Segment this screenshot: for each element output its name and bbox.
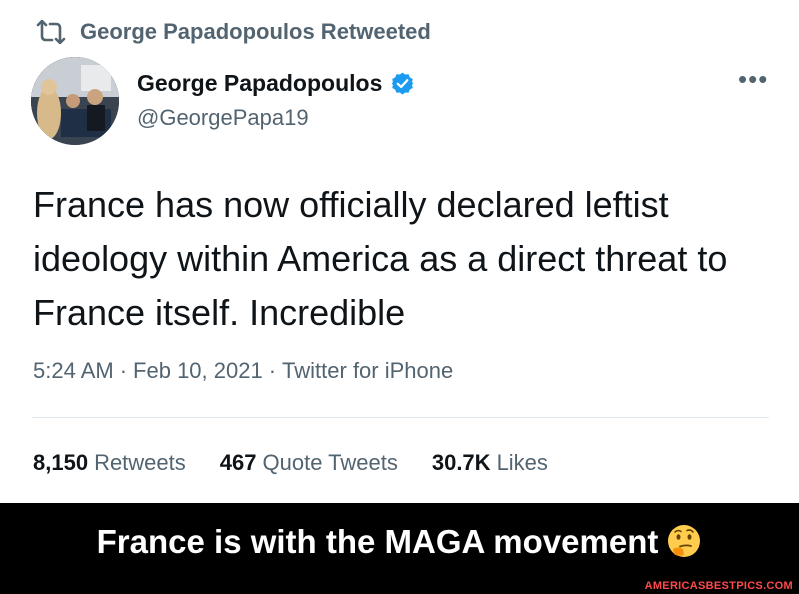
likes-label: Likes bbox=[496, 450, 548, 475]
quote-tweets-count: 467 bbox=[219, 450, 257, 475]
likes-stat[interactable]: 30.7K Likes bbox=[432, 450, 548, 476]
avatar-image bbox=[31, 57, 119, 145]
quote-tweets-stat[interactable]: 467 Quote Tweets bbox=[220, 450, 398, 476]
more-options-icon[interactable]: ••• bbox=[738, 66, 768, 92]
meme-caption-bar: France is with the MAGA movement AMERICA… bbox=[0, 503, 799, 594]
retweets-label: Retweets bbox=[94, 450, 186, 475]
tweet-text: France has now officially declared lefti… bbox=[33, 184, 728, 333]
retweet-label: George Papadopoulos Retweeted bbox=[80, 19, 431, 44]
tweet-stats: 8,150 Retweets 467 Quote Tweets 30.7K Likes bbox=[33, 450, 582, 476]
retweet-indicator[interactable]: George Papadopoulos Retweeted bbox=[34, 18, 431, 46]
meta-separator: · bbox=[119, 358, 128, 383]
likes-count: 30.7K bbox=[431, 450, 491, 475]
thinking-face-icon bbox=[668, 525, 701, 557]
tweet-source[interactable]: Twitter for iPhone bbox=[282, 358, 453, 383]
tweet-time[interactable]: 5:24 AM bbox=[33, 358, 114, 383]
tweet-date[interactable]: Feb 10, 2021 bbox=[133, 358, 263, 383]
verified-badge-icon bbox=[391, 72, 414, 95]
tweet-card: George Papadopoulos Retweeted George Pap… bbox=[0, 0, 799, 503]
avatar[interactable] bbox=[31, 57, 119, 145]
tweet-meta: 5:24 AM · Feb 10, 2021 · Twitter for iPhone bbox=[33, 358, 453, 384]
author-row: George Papadopoulos bbox=[137, 70, 415, 97]
author-name[interactable]: George Papadopoulos bbox=[137, 70, 382, 97]
caption: France is with the MAGA movement bbox=[0, 523, 799, 561]
meta-separator: · bbox=[268, 358, 277, 383]
caption-text: France is with the MAGA movement bbox=[96, 523, 659, 560]
retweets-stat[interactable]: 8,150 Retweets bbox=[33, 450, 186, 476]
divider bbox=[32, 417, 769, 418]
retweets-count: 8,150 bbox=[33, 450, 89, 475]
author-handle[interactable]: @GeorgePapa19 bbox=[137, 105, 309, 131]
quote-tweets-label: Quote Tweets bbox=[262, 450, 398, 475]
watermark: AMERICASBESTPICS.COM bbox=[644, 580, 793, 592]
retweet-icon bbox=[36, 20, 66, 44]
